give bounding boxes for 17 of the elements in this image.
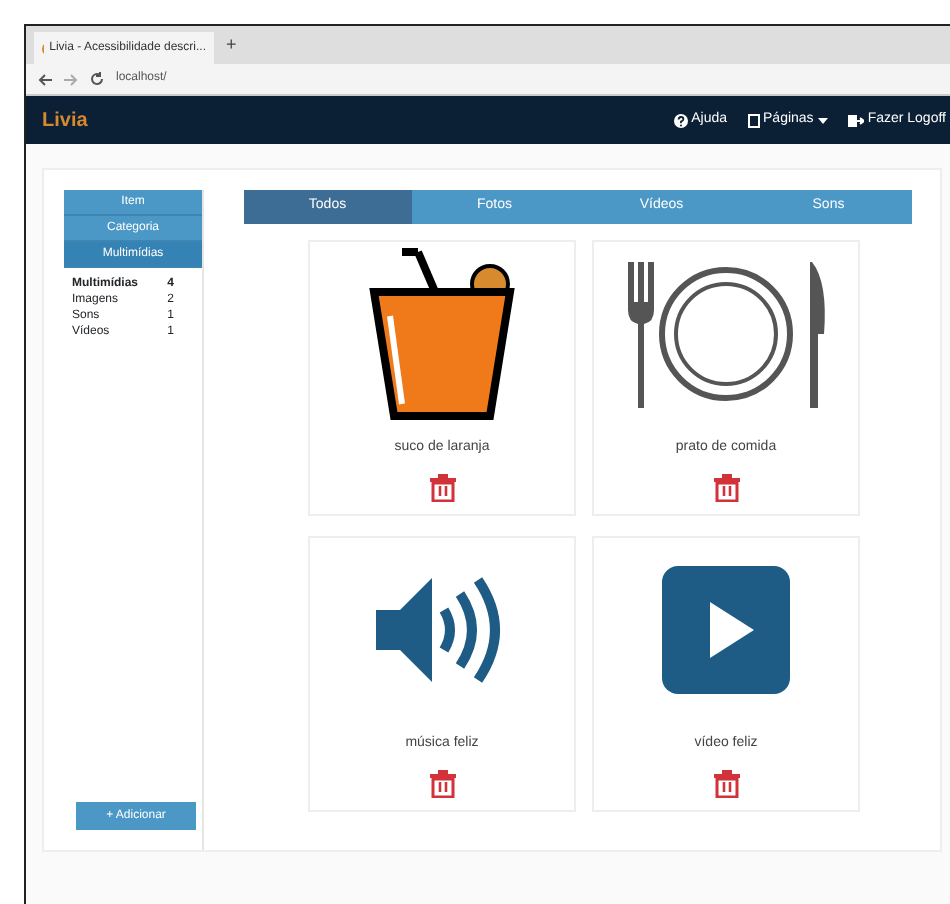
new-tab-button[interactable]: + xyxy=(226,31,237,59)
reload-icon[interactable] xyxy=(90,72,104,86)
trash-icon xyxy=(429,471,455,501)
delete-button[interactable] xyxy=(429,767,455,797)
trash-icon xyxy=(429,767,455,797)
delete-button[interactable] xyxy=(429,471,455,501)
page-icon xyxy=(747,113,760,127)
delete-button[interactable] xyxy=(713,767,739,797)
delete-button[interactable] xyxy=(713,471,739,501)
exit-icon xyxy=(847,113,864,127)
help-icon xyxy=(673,113,688,127)
trash-icon xyxy=(713,767,739,797)
trash-icon xyxy=(713,471,739,501)
play-button-icon xyxy=(662,566,790,694)
caret-icon xyxy=(817,117,828,123)
brand-logo[interactable]: Livia xyxy=(42,105,88,135)
back-icon[interactable] xyxy=(38,73,52,85)
